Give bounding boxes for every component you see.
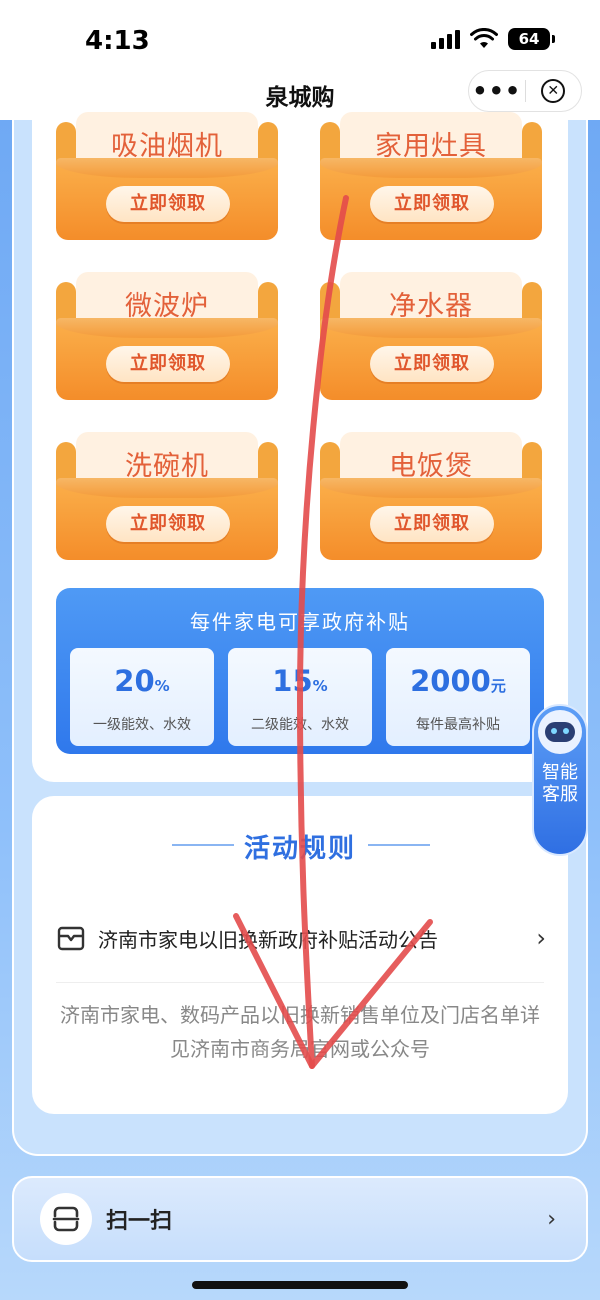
subsidy-stat: 15% 二级能效、水效 bbox=[228, 648, 372, 746]
coupon-card[interactable]: 吸油烟机 立即领取 bbox=[56, 112, 278, 240]
smart-assistant-button[interactable]: 智能客服 bbox=[532, 704, 588, 856]
scan-glyph bbox=[52, 1206, 80, 1232]
wifi-icon bbox=[470, 28, 498, 48]
subsidy-stat: 20% 一级能效、水效 bbox=[70, 648, 214, 746]
cellular-signal-icon bbox=[431, 29, 460, 49]
coupon-card[interactable]: 微波炉 立即领取 bbox=[56, 272, 278, 400]
stat-label: 二级能效、水效 bbox=[251, 717, 349, 733]
stat-number: 2000 bbox=[410, 664, 491, 698]
coupon-card[interactable]: 电饭煲 立即领取 bbox=[320, 432, 542, 560]
more-dots-icon[interactable]: ••• bbox=[469, 79, 525, 103]
stat-number: 15 bbox=[272, 664, 313, 698]
robot-icon bbox=[538, 710, 582, 754]
assistant-label: 智能客服 bbox=[542, 762, 578, 805]
coupon-card[interactable]: 洗碗机 立即领取 bbox=[56, 432, 278, 560]
claim-button[interactable]: 立即领取 bbox=[370, 346, 494, 382]
scan-label: 扫一扫 bbox=[106, 1209, 173, 1234]
stat-value: 15% bbox=[228, 664, 372, 698]
subsidy-panel: 每件家电可享政府补贴 20% 一级能效、水效 15% 二级能效、水效 2000元… bbox=[56, 588, 544, 754]
status-time: 4:13 bbox=[85, 26, 150, 56]
stat-value: 20% bbox=[70, 664, 214, 698]
card-name: 电饭煲 bbox=[389, 451, 473, 482]
stat-unit: % bbox=[312, 677, 328, 695]
rules-description: 济南市家电、数码产品以旧换新销售单位及门店名单详见济南市商务局官网或公众号 bbox=[60, 1003, 540, 1061]
notice-link[interactable]: 济南市家电以旧换新政府补贴活动公告 › bbox=[56, 914, 546, 962]
stat-value: 2000元 bbox=[386, 664, 530, 698]
rules-title: 活动规则 bbox=[243, 834, 356, 864]
card-name: 净水器 bbox=[389, 291, 473, 322]
status-bar: 4:13 64 bbox=[0, 0, 600, 70]
stat-unit: % bbox=[154, 677, 170, 695]
claim-button[interactable]: 立即领取 bbox=[370, 186, 494, 222]
battery-indicator: 64 bbox=[508, 28, 555, 50]
subsidy-title: 每件家电可享政府补贴 bbox=[190, 610, 410, 634]
chevron-right-icon: › bbox=[536, 924, 546, 952]
mini-program-capsule: ••• ✕ bbox=[468, 70, 582, 112]
notice-icon bbox=[57, 926, 85, 951]
card-name: 微波炉 bbox=[125, 291, 209, 322]
coupon-card[interactable]: 净水器 立即领取 bbox=[320, 272, 542, 400]
stat-number: 20 bbox=[114, 664, 155, 698]
stat-unit: 元 bbox=[490, 677, 506, 695]
title-decor-line bbox=[368, 844, 430, 846]
chevron-right-icon: › bbox=[547, 1206, 556, 1232]
claim-button[interactable]: 立即领取 bbox=[106, 506, 230, 542]
robot-face bbox=[545, 722, 575, 742]
stat-label: 每件最高补贴 bbox=[416, 717, 500, 733]
scan-button[interactable]: 扫一扫 › bbox=[12, 1176, 588, 1262]
stat-label: 一级能效、水效 bbox=[93, 717, 191, 733]
subsidy-stat: 2000元 每件最高补贴 bbox=[386, 648, 530, 746]
claim-button[interactable]: 立即领取 bbox=[106, 186, 230, 222]
claim-button[interactable]: 立即领取 bbox=[370, 506, 494, 542]
notice-text: 济南市家电以旧换新政府补贴活动公告 bbox=[98, 927, 438, 952]
rules-panel: 活动规则 济南市家电以旧换新政府补贴活动公告 › 济南市家电、数码产品以旧换新销… bbox=[32, 796, 568, 1114]
close-circle-icon: ✕ bbox=[541, 79, 566, 103]
home-indicator bbox=[192, 1281, 408, 1289]
divider bbox=[56, 982, 544, 983]
claim-button[interactable]: 立即领取 bbox=[106, 346, 230, 382]
card-name: 家用灶具 bbox=[375, 131, 487, 162]
close-button[interactable]: ✕ bbox=[525, 79, 581, 103]
coupon-card[interactable]: 家用灶具 立即领取 bbox=[320, 112, 542, 240]
card-name: 洗碗机 bbox=[125, 451, 209, 482]
status-icons: 64 bbox=[431, 28, 555, 50]
scan-icon bbox=[40, 1193, 92, 1245]
card-name: 吸油烟机 bbox=[111, 131, 223, 162]
